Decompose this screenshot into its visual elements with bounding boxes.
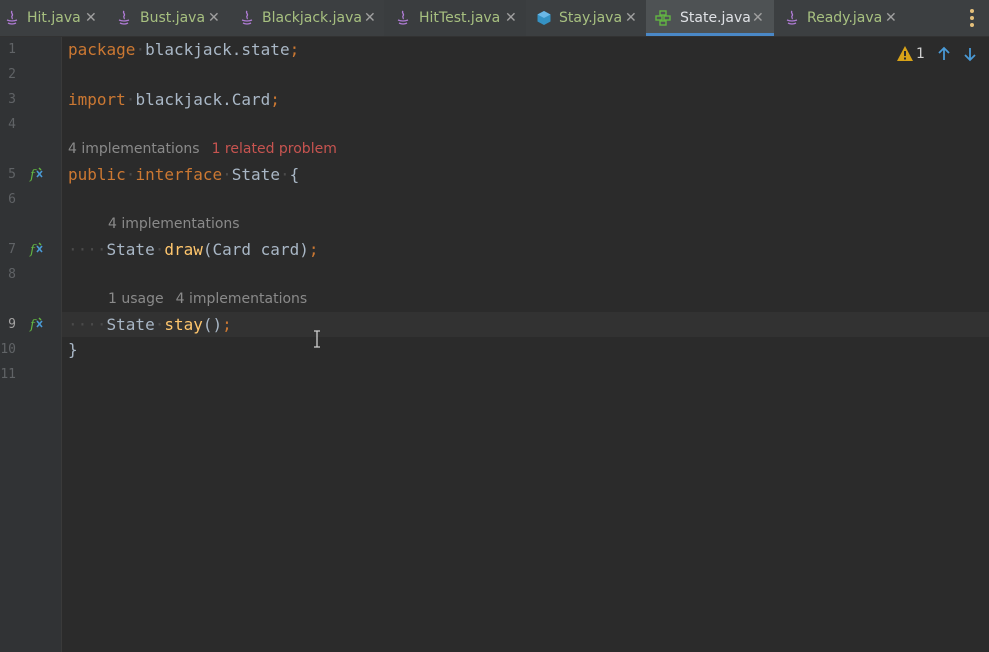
line-number: 1: [8, 42, 16, 57]
previous-highlight-arrow-up-icon[interactable]: [936, 46, 952, 62]
related-problem-hint[interactable]: 1 related problem: [212, 141, 337, 157]
import-name: blackjack.Card: [135, 90, 271, 109]
tab-stay-java[interactable]: Stay.java ✕: [526, 0, 646, 36]
method-draw: draw: [164, 240, 203, 259]
line-number-gutter[interactable]: 1 2 3 4 5 6 7 8 9 10 11 f f f: [0, 37, 62, 652]
method-params: (Card card): [202, 240, 309, 259]
tab-state-java[interactable]: State.java ✕: [646, 0, 774, 36]
return-type: State: [106, 240, 155, 259]
line-number: 11: [0, 367, 16, 382]
code-editor[interactable]: package·blackjack.state; import·blackjac…: [62, 37, 989, 652]
java-class-icon: [6, 10, 18, 25]
keyword-interface: interface: [135, 165, 223, 184]
implementations-hint[interactable]: 4 implementations: [68, 141, 200, 157]
java-class-icon: [118, 10, 130, 25]
svg-text:f: f: [29, 318, 37, 332]
svg-text:f: f: [29, 168, 37, 182]
code-line-7: ····State·draw(Card card);: [68, 240, 319, 259]
package-name: blackjack.state: [145, 40, 290, 59]
semicolon: ;: [270, 90, 280, 109]
close-icon[interactable]: ✕: [885, 0, 897, 36]
close-icon[interactable]: ✕: [364, 0, 376, 36]
warning-count: 1: [916, 46, 925, 62]
text-cursor-icon: [314, 330, 320, 348]
implemented-marker-icon[interactable]: f: [29, 166, 45, 182]
line-number: 2: [8, 67, 16, 82]
warning-icon[interactable]: [896, 45, 914, 62]
implemented-marker-icon[interactable]: f: [29, 241, 45, 257]
line-number: 3: [8, 92, 16, 107]
interface-icon: [655, 10, 671, 26]
close-icon[interactable]: ✕: [208, 0, 220, 36]
keyword-import: import: [68, 90, 126, 109]
java-class-icon: [241, 10, 253, 25]
method-params: (): [202, 315, 223, 334]
open-brace: {: [289, 165, 300, 184]
semicolon: ;: [222, 315, 232, 334]
usages-hint[interactable]: 1 usage: [108, 291, 164, 307]
semicolon: ;: [308, 240, 319, 259]
editor-tab-bar: Hit.java ✕ Bust.java ✕ Blackjack.java ✕ …: [0, 0, 989, 37]
implemented-marker-icon[interactable]: f: [29, 316, 45, 332]
semicolon: ;: [289, 40, 300, 59]
tab-label: Stay.java: [559, 10, 623, 26]
interface-name: State: [231, 165, 280, 184]
tab-bust-java[interactable]: Bust.java ✕: [106, 0, 230, 36]
tab-label: Ready.java: [807, 10, 883, 26]
code-line-5: public·interface·State·{: [68, 165, 300, 184]
tab-blackjack-java[interactable]: Blackjack.java ✕: [230, 0, 384, 36]
tab-label: Bust.java: [140, 10, 206, 26]
inlay-hint-draw[interactable]: 4 implementations: [108, 212, 240, 237]
implementations-hint[interactable]: 4 implementations: [108, 216, 240, 232]
close-icon[interactable]: ✕: [625, 0, 637, 36]
close-icon[interactable]: ✕: [85, 0, 97, 36]
method-stay: stay: [164, 315, 203, 334]
line-number: 7: [8, 242, 16, 257]
close-icon[interactable]: ✕: [505, 0, 517, 36]
keyword-public: public: [68, 165, 126, 184]
line-number: 5: [8, 167, 16, 182]
inlay-hint-stay[interactable]: 1 usage 4 implementations: [108, 287, 307, 312]
code-line-10: }: [68, 337, 78, 362]
code-line-3: import·blackjack.Card;: [68, 90, 280, 109]
line-number: 9: [8, 317, 16, 332]
tab-label: State.java: [680, 10, 751, 26]
line-number: 6: [8, 192, 16, 207]
line-number: 10: [0, 342, 16, 357]
svg-text:f: f: [29, 243, 37, 257]
tab-ready-java[interactable]: Ready.java ✕: [774, 0, 904, 36]
more-tabs-icon[interactable]: [967, 9, 977, 27]
code-line-9: ····State·stay();: [68, 315, 232, 334]
keyword-package: package: [68, 40, 136, 59]
tab-hit-java[interactable]: Hit.java ✕: [0, 0, 106, 36]
close-brace: }: [68, 340, 78, 359]
line-number: 4: [8, 117, 16, 132]
code-line-1: package·blackjack.state;: [68, 40, 300, 59]
inlay-hint-interface[interactable]: 4 implementations 1 related problem: [68, 137, 337, 162]
java-class-icon: [786, 10, 798, 25]
tab-label: Blackjack.java: [262, 10, 362, 26]
line-number: 8: [8, 267, 16, 282]
close-icon[interactable]: ✕: [752, 0, 764, 36]
tab-label: Hit.java: [27, 10, 81, 26]
tab-label: HitTest.java: [419, 10, 501, 26]
implementations-hint[interactable]: 4 implementations: [176, 291, 308, 307]
tab-hittest-java[interactable]: HitTest.java ✕: [384, 0, 526, 36]
return-type: State: [106, 315, 155, 334]
java-test-icon: [397, 10, 409, 25]
next-highlight-arrow-down-icon[interactable]: [962, 46, 978, 62]
class-icon: [537, 11, 551, 25]
